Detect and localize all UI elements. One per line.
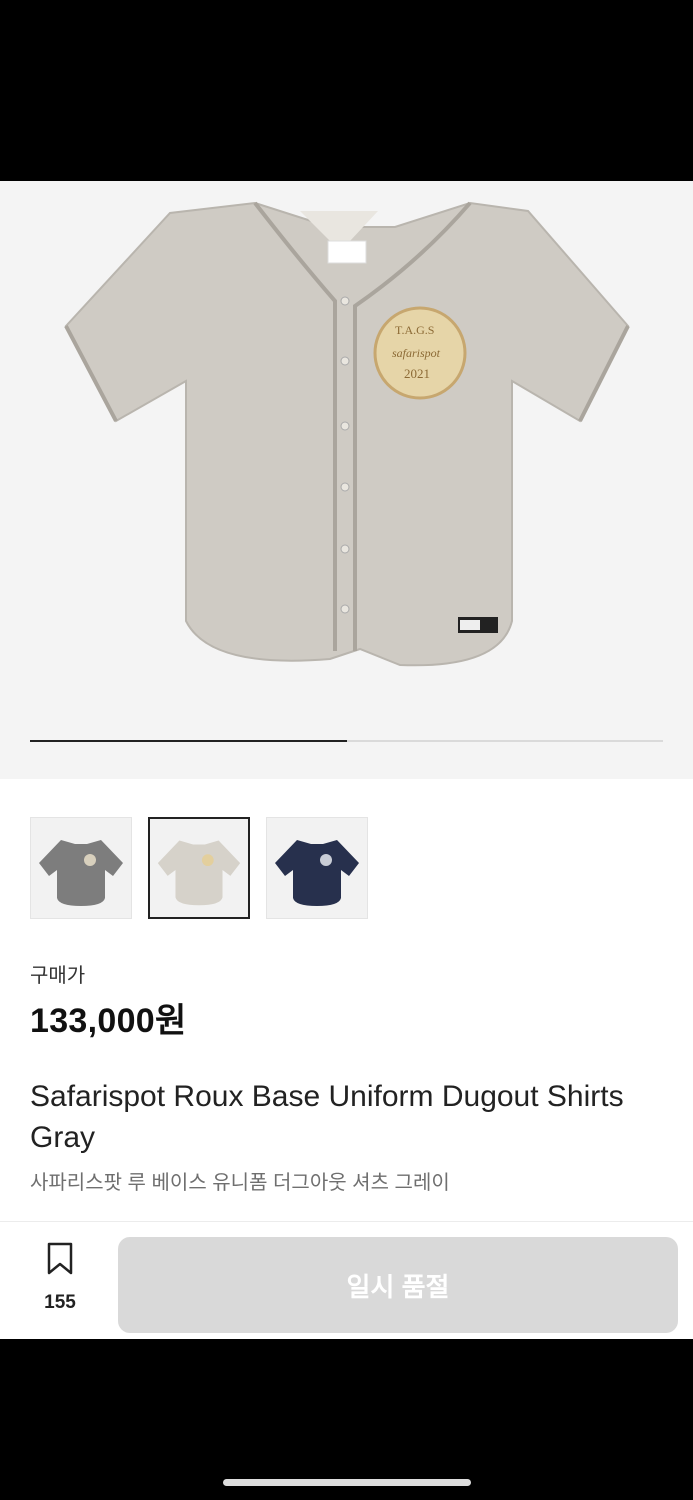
shirt-thumbnail-icon: [39, 840, 123, 906]
wishlist-button[interactable]: 155: [30, 1242, 90, 1322]
product-main-image: [64, 201, 630, 667]
home-indicator: [223, 1479, 471, 1486]
patch-line2: safarispot: [392, 346, 441, 360]
color-option-charcoal[interactable]: [30, 817, 132, 919]
wishlist-count: 155: [44, 1292, 76, 1313]
price-label: 구매가: [30, 965, 86, 987]
app-screen: T.A.G.S safarispot 2021 구매가 133,000원 Saf…: [0, 181, 693, 1339]
bottom-action-bar: 155 일시 품절: [0, 1221, 693, 1339]
carousel-progress-fill: [30, 740, 347, 742]
color-option-gray[interactable]: [148, 817, 250, 919]
shirt-thumbnail-icon: [275, 840, 359, 906]
carousel-progress-track: [30, 740, 663, 742]
product-image-carousel[interactable]: T.A.G.S safarispot 2021: [0, 181, 693, 779]
color-option-navy[interactable]: [266, 817, 368, 919]
patch-line1: T.A.G.S: [395, 323, 435, 337]
sold-out-button[interactable]: 일시 품절: [118, 1237, 678, 1333]
price: 133,000원: [30, 1002, 187, 1040]
bookmark-icon: [47, 1242, 73, 1275]
shirt-thumbnail-icon: [157, 840, 241, 906]
product-title-en: Safarispot Roux Base Uniform Dugout Shir…: [30, 1080, 624, 1154]
patch-line3: 2021: [404, 366, 430, 381]
product-title-ko: 사파리스팟 루 베이스 유니폼 더그아웃 셔츠 그레이: [30, 1172, 450, 1194]
